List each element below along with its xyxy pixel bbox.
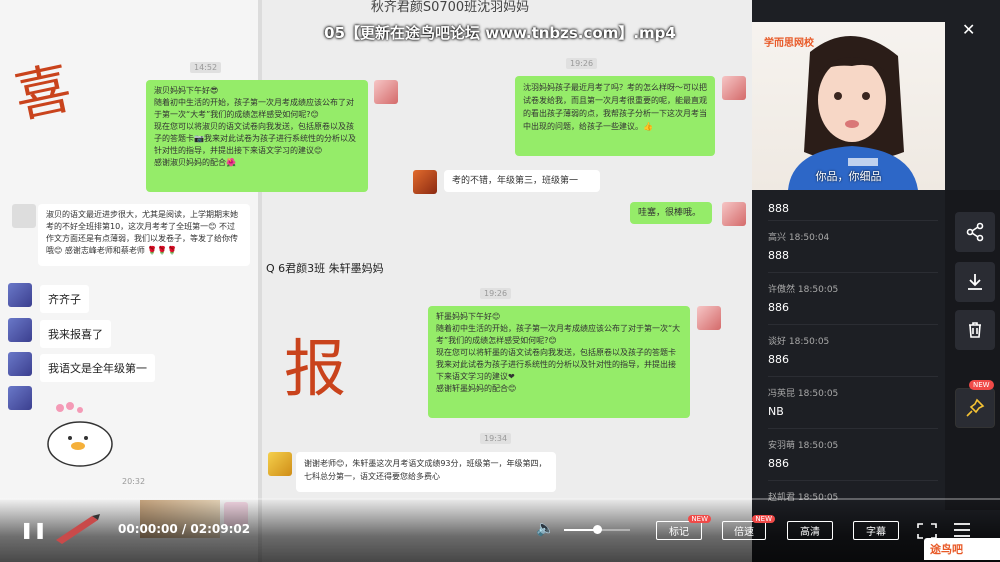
comment-text: 886 <box>768 353 789 366</box>
message-bubble: 轩墨妈妈下午好😊 随着初中生活的开始，孩子第一次月考成绩应该公布了对于第一次“大… <box>428 306 690 418</box>
progress-bar[interactable] <box>0 498 1000 500</box>
teacher-webcam: 学而思网校 你品，你细品 <box>752 22 945 190</box>
subtitles-label: 字幕 <box>866 527 886 538</box>
comment-divider <box>768 428 938 429</box>
chat-time: 19:34 <box>480 433 512 444</box>
comment-item: 许傲然 18:50:05 886 <box>768 272 938 314</box>
comment-divider <box>768 272 938 273</box>
menu-icon <box>954 523 970 537</box>
avatar <box>722 76 746 100</box>
speed-button[interactable]: 倍速 NEW <box>722 515 775 540</box>
avatar <box>413 170 437 194</box>
logo-text: 途鸟吧 <box>930 543 963 556</box>
webcam-caption: 你品，你细品 <box>815 170 882 183</box>
comment-item: 谈好 18:50:05 886 <box>768 324 938 366</box>
avatar <box>722 202 746 226</box>
comment-divider <box>768 220 938 221</box>
pin-panel-button[interactable] <box>955 388 995 428</box>
comment-text: 886 <box>768 301 789 314</box>
playback-time: 00:00:00 / 02:09:02 <box>118 522 251 536</box>
message-bubble: 沈羽妈妈孩子最近月考了吗？考的怎么样呀～可以把试卷发给我，而且第一次月考很重要的… <box>515 76 715 156</box>
watermark-title: 05【更新在途鸟吧论坛 www.tnbzs.com】.mp4 <box>324 24 676 42</box>
message-bubble: 淑贝妈妈下午好😎 随着初中生活的开始，孩子第一次月考成绩应该公布了对于第一次“大… <box>146 80 368 192</box>
pen-decoration <box>52 510 102 544</box>
avatar <box>268 452 292 476</box>
notes-button[interactable]: 标记 NEW <box>656 515 711 540</box>
share-button[interactable] <box>955 212 995 252</box>
pause-button[interactable]: ❚❚ <box>20 520 47 539</box>
live-comments-list[interactable]: 888 高兴 18:50:04 888 许傲然 18:50:05 886 谈好 18:50… <box>752 190 945 510</box>
close-button[interactable]: ✕ <box>962 20 975 39</box>
chat-time: 20:32 <box>122 477 146 486</box>
chat-time: 19:26 <box>480 288 512 299</box>
subtitles-button[interactable]: 字幕 <box>853 521 899 540</box>
delete-button[interactable] <box>955 310 995 350</box>
left-message: 我来报喜了 <box>40 320 111 348</box>
comment-divider <box>768 480 938 481</box>
comment-text: NB <box>768 405 784 418</box>
comment-divider <box>768 376 938 377</box>
comment-item: 安羽萌 18:50:05 886 <box>768 428 938 470</box>
avatar <box>697 306 721 330</box>
comment-text: 886 <box>768 457 789 470</box>
comment-author: 许傲然 18:50:05 <box>768 285 839 295</box>
share-icon <box>966 222 984 242</box>
comment-author: 安羽萌 18:50:05 <box>768 441 839 451</box>
menu-button[interactable] <box>951 520 973 540</box>
quality-button[interactable]: 高清 <box>787 521 833 540</box>
avatar <box>374 80 398 104</box>
new-badge: NEW <box>688 515 711 523</box>
comment-item: 888 <box>768 196 938 215</box>
comment-author: 谈好 18:50:05 <box>768 337 830 347</box>
pushpin-icon <box>966 398 985 417</box>
avatar <box>8 283 32 307</box>
download-button[interactable] <box>955 262 995 302</box>
chat-time: 14:52 <box>190 62 222 73</box>
volume-icon[interactable]: 🔈 <box>536 519 555 537</box>
message-bubble: 淑贝的语文最近进步很大，尤其是阅读，上学期期末她考的不好全班排第10，这次月考考… <box>38 204 250 266</box>
duck-sticker <box>40 400 120 470</box>
comment-author: 高兴 18:50:04 <box>768 233 830 243</box>
left-message: 齐齐子 <box>40 285 89 313</box>
new-badge: NEW <box>969 380 994 390</box>
left-message: 我语文是全年级第一 <box>40 354 155 382</box>
avatar <box>8 318 32 342</box>
comment-author: 冯英昆 18:50:05 <box>768 389 839 399</box>
message-bubble: 考的不错，年级第三，班级第一 <box>444 170 600 192</box>
trash-icon <box>969 322 981 338</box>
quality-label: 高清 <box>800 527 820 538</box>
corner-logo: 途鸟吧 <box>924 538 1000 560</box>
avatar <box>8 352 32 376</box>
comment-text: 888 <box>768 249 789 262</box>
download-icon <box>968 274 982 290</box>
notes-label: 标记 <box>669 527 689 538</box>
handwriting-bao: 报 <box>284 332 347 405</box>
teacher-figure <box>788 35 918 190</box>
group-name: Q 6君颜3班 朱轩墨妈妈 <box>266 262 384 275</box>
comment-item: 高兴 18:50:04 888 <box>768 220 938 262</box>
volume-slider[interactable] <box>564 525 630 534</box>
speed-label: 倍速 <box>734 527 754 538</box>
right-toolbar: NEW <box>945 190 1000 510</box>
comment-text: 888 <box>768 202 789 215</box>
new-badge: NEW <box>752 515 775 523</box>
avatar <box>12 204 36 228</box>
message-bubble: 哇塞，很棒哦。 <box>630 202 712 224</box>
chat-title: 秋齐君颜S0700班沈羽妈妈 <box>370 0 530 15</box>
message-bubble: 谢谢老师😊，朱轩墨这次月考语文成绩93分，班级第一，年级第四，七科总分第一，语文… <box>296 452 556 492</box>
chat-time: 19:26 <box>566 58 598 69</box>
comment-divider <box>768 324 938 325</box>
comment-item: 冯英昆 18:50:05 NB <box>768 376 938 418</box>
avatar <box>8 386 32 410</box>
